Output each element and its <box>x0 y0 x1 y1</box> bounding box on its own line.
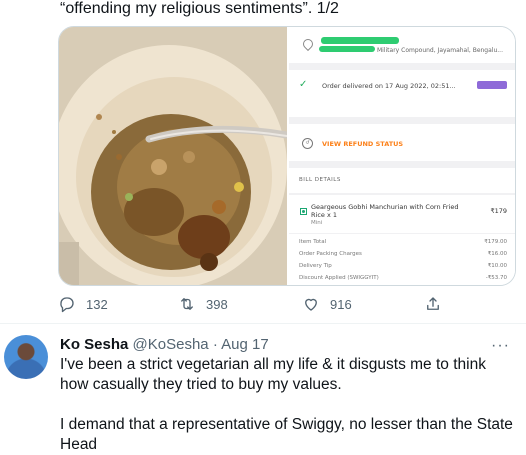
share-button[interactable] <box>424 292 452 316</box>
tweet-date[interactable]: Aug 17 <box>221 336 269 353</box>
like-count: 916 <box>330 296 352 312</box>
tweet-media[interactable]: Military Compound, Jayamahal, Bengalu...… <box>58 26 516 286</box>
section-divider <box>289 63 515 70</box>
bill-line-amount: ₹16.00 <box>487 251 507 257</box>
tweet-text-tail: “offending my religious sentiments”. 1/2 <box>60 0 339 17</box>
item-name: Geargeous Gobhi Manchurian with Corn Fri… <box>311 203 459 219</box>
separator-dot: · <box>212 336 218 353</box>
bill-line: Delivery Tip ₹10.00 <box>299 263 507 269</box>
bill-line-label: Item Total <box>299 239 327 245</box>
tweet-actions: 132 398 916 <box>0 292 526 316</box>
share-icon <box>427 297 439 310</box>
retweet-icon <box>181 298 193 310</box>
heart-icon <box>305 298 317 311</box>
reply-icon <box>60 297 74 313</box>
status-badge <box>477 81 507 89</box>
bill-line-label: Delivery Tip <box>299 263 332 269</box>
bill-line: Discount Applied (SWIGGYIT) -₹53.70 <box>299 275 507 281</box>
view-refund-status-link[interactable]: VIEW REFUND STATUS <box>322 140 403 148</box>
section-divider <box>289 161 515 168</box>
tweet-divider <box>0 323 526 324</box>
bill-line-amount: ₹179.00 <box>484 239 507 245</box>
avatar[interactable] <box>4 335 48 379</box>
delivery-status: Order delivered on 17 Aug 2022, 02:51... <box>322 82 456 90</box>
bill-line: Item Total ₹179.00 <box>299 239 507 245</box>
retweet-count: 398 <box>206 296 228 312</box>
reply-button[interactable]: 132 <box>58 292 108 316</box>
food-bowl-image <box>59 27 291 285</box>
item-size: Mini <box>311 220 323 226</box>
tweet-header: Ko Sesha @KoSesha · Aug 17 <box>60 335 269 355</box>
bill-line-label: Order Packing Charges <box>299 251 362 257</box>
reply-count: 132 <box>86 296 108 312</box>
location-pin-icon <box>300 36 316 52</box>
section-divider <box>289 233 515 234</box>
user-handle[interactable]: @KoSesha <box>133 336 209 353</box>
delivery-address: Military Compound, Jayamahal, Bengalu... <box>377 47 503 54</box>
tweet-text: I've been a strict vegetarian all my lif… <box>60 355 515 455</box>
bill-line-amount: -₹53.70 <box>485 275 507 281</box>
bill-line-amount: ₹10.00 <box>487 263 507 269</box>
more-options-icon[interactable]: ··· <box>491 337 510 355</box>
redacted-address <box>319 46 375 52</box>
section-divider <box>289 117 515 124</box>
bill-line-label: Discount Applied (SWIGGYIT) <box>299 275 379 281</box>
redacted-address <box>321 37 399 44</box>
retweet-button[interactable]: 398 <box>178 292 228 316</box>
veg-icon <box>300 208 307 215</box>
order-receipt-screenshot: Military Compound, Jayamahal, Bengalu...… <box>287 27 515 285</box>
tweet-paragraph: I've been a strict vegetarian all my lif… <box>60 356 486 393</box>
food-photo[interactable] <box>59 27 291 285</box>
display-name[interactable]: Ko Sesha <box>60 336 128 353</box>
bill-line: Order Packing Charges ₹16.00 <box>299 251 507 257</box>
like-button[interactable]: 916 <box>302 292 352 316</box>
section-divider <box>289 193 515 195</box>
item-price: ₹179 <box>490 207 507 215</box>
checkmark-icon: ✓ <box>299 79 308 90</box>
refund-icon: ↺ <box>302 138 313 149</box>
bill-details-heading: BILL DETAILS <box>299 177 341 183</box>
tweet-paragraph: I demand that a representative of Swiggy… <box>60 416 513 453</box>
